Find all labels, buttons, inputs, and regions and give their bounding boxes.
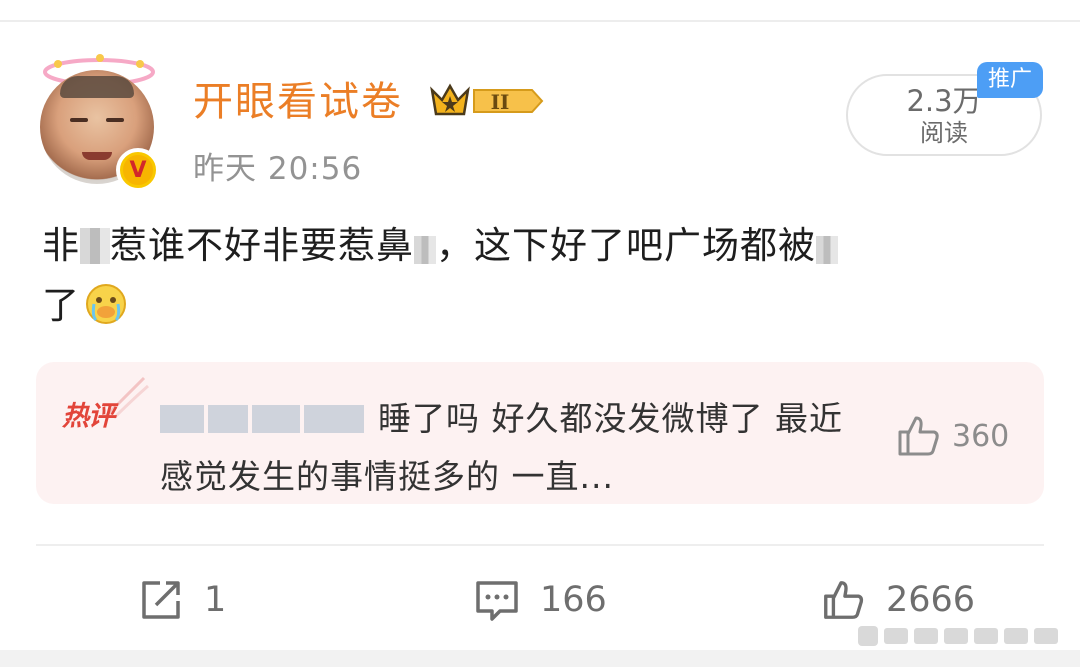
divider (36, 544, 1044, 546)
top-divider (0, 20, 1080, 22)
repost-icon (142, 581, 180, 619)
like-count: 2666 (886, 580, 976, 620)
hot-comment-like-count: 360 (952, 418, 1010, 454)
promo-tag: 推广 (977, 62, 1043, 98)
bottom-gap (0, 650, 1080, 667)
crying-face-emoji-icon (86, 284, 126, 324)
like-icon (824, 581, 864, 619)
hot-comment-tag: 热评 (62, 401, 115, 432)
censor-mosaic (80, 228, 110, 264)
redacted-name (160, 405, 204, 433)
hot-comment-like-button[interactable]: 360 (894, 412, 1009, 460)
avatar-container[interactable]: V (36, 52, 166, 192)
read-label: 阅读 (920, 119, 968, 147)
comment-icon (476, 581, 518, 621)
censor-mosaic (414, 236, 436, 264)
username[interactable]: 开眼看试卷 (193, 78, 403, 126)
svg-text:II: II (491, 90, 510, 114)
verified-badge-icon: V (116, 148, 160, 192)
hot-comment-box[interactable]: 热评 睡了吗 好久都没发微博了 最近感觉发生的事情挺多的 一直... 360 (36, 362, 1044, 504)
comment-button[interactable]: 166 (474, 574, 607, 626)
post-text: 非惹谁不好非要惹鼻 ，这下好了吧广场都被 了 (42, 216, 1042, 336)
post-timestamp: 昨天 20:56 (193, 151, 363, 187)
repost-count: 1 (204, 580, 227, 620)
like-icon (898, 416, 939, 456)
hot-comment-text: 睡了吗 好久都没发微博了 最近感觉发生的事情挺多的 一直... (160, 399, 843, 496)
comment-count: 166 (540, 580, 607, 620)
repost-button[interactable]: 1 (138, 574, 226, 626)
watermark-logo-icon (858, 626, 1058, 646)
censor-mosaic (816, 236, 838, 264)
crown-level-icon[interactable]: II (428, 80, 546, 122)
